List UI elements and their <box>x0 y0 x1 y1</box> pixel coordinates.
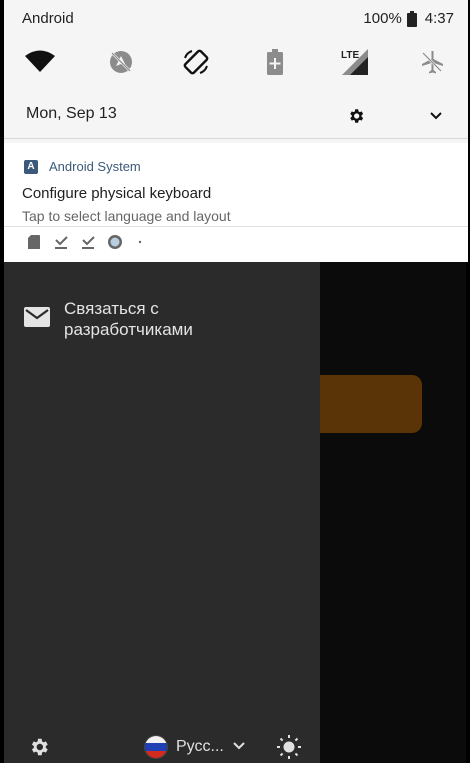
chevron-down-icon[interactable] <box>233 740 245 752</box>
sync-icon <box>108 235 122 249</box>
date-row: Mon, Sep 13 <box>4 96 468 136</box>
expand-button[interactable] <box>422 102 450 130</box>
primary-action-button[interactable] <box>320 375 422 433</box>
shade-divider <box>4 138 468 139</box>
date-label: Mon, Sep 13 <box>26 105 117 122</box>
gear-icon <box>350 109 364 123</box>
mobile-data-icon[interactable]: LTE <box>334 42 374 82</box>
battery-icon <box>406 10 417 27</box>
sd-card-icon <box>28 235 40 249</box>
notification-divider <box>4 226 468 227</box>
battery-percent: 100% <box>363 10 402 27</box>
clock: 4:37 <box>424 10 454 27</box>
mail-icon <box>24 307 50 327</box>
notification-card[interactable]: A Android System Configure physical keyb… <box>4 143 468 262</box>
notification-shade: Android 100% 4:37 LTE Mon, Sep 13 A Andr… <box>4 0 468 262</box>
carrier-label: Android <box>22 10 74 27</box>
status-bar: Android 100% 4:37 <box>4 0 468 34</box>
svg-text:LTE: LTE <box>341 50 359 61</box>
airplane-mode-icon[interactable] <box>412 42 452 82</box>
download-done-icon <box>82 236 95 249</box>
language-selector-label[interactable]: Русс... <box>176 738 224 756</box>
download-done-icon <box>55 236 68 249</box>
dot-icon <box>138 240 142 244</box>
notification-icon-row <box>26 234 161 250</box>
brightness-icon[interactable] <box>276 734 302 760</box>
notification-app-name: Android System <box>49 159 141 174</box>
quick-settings-row: LTE <box>4 42 468 82</box>
russian-flag-icon[interactable] <box>144 735 168 759</box>
wifi-icon[interactable] <box>20 42 60 82</box>
settings-gear-icon[interactable] <box>28 736 50 758</box>
chevron-down-icon <box>430 112 442 120</box>
location-off-icon[interactable] <box>101 42 141 82</box>
status-right: 100% 4:37 <box>363 10 454 27</box>
notification-title: Configure physical keyboard <box>22 185 212 202</box>
auto-rotate-icon[interactable] <box>176 42 216 82</box>
drawer-bottom-bar: Русс... <box>4 724 320 763</box>
notification-text: Tap to select language and layout <box>22 208 231 224</box>
contact-developers-label: Связаться с разработчиками <box>64 299 193 339</box>
battery-saver-icon[interactable] <box>255 42 295 82</box>
notification-header: A Android System <box>24 159 141 174</box>
android-system-icon: A <box>24 159 38 174</box>
contact-developers-item[interactable]: Связаться с разработчиками <box>24 298 234 340</box>
settings-button[interactable] <box>342 102 370 130</box>
